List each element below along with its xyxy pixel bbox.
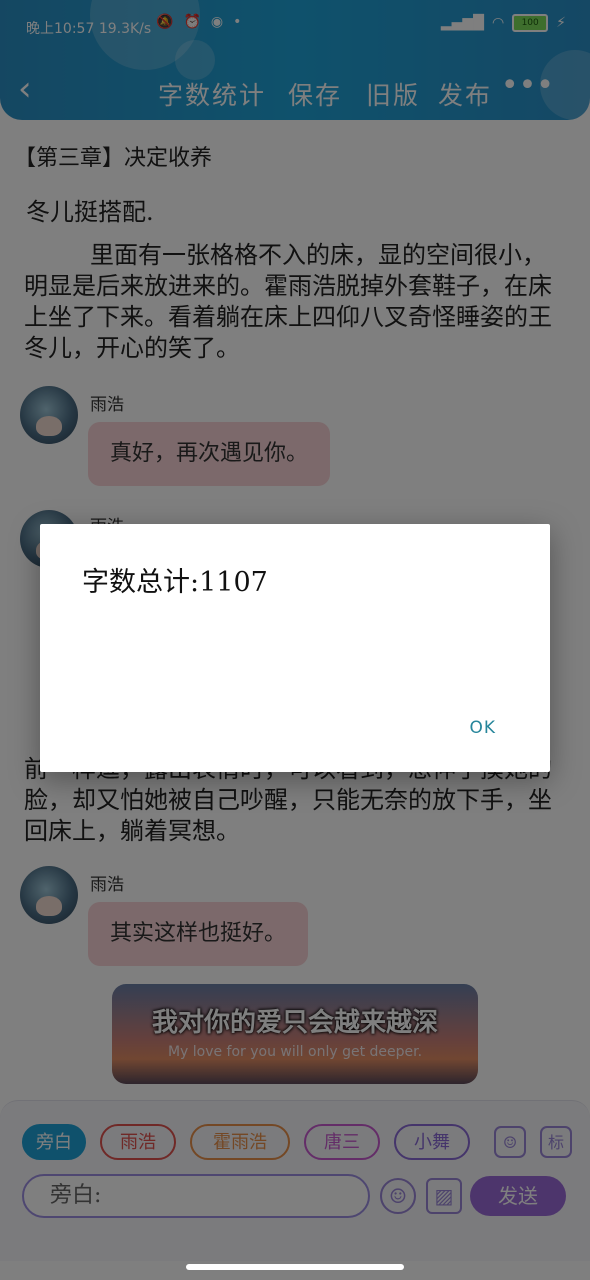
ok-button[interactable]: OK: [469, 718, 496, 738]
home-indicator[interactable]: [186, 1264, 404, 1270]
word-count-dialog: 字数总计:1107 OK: [40, 524, 550, 772]
dialog-message: 字数总计:1107: [82, 567, 268, 598]
